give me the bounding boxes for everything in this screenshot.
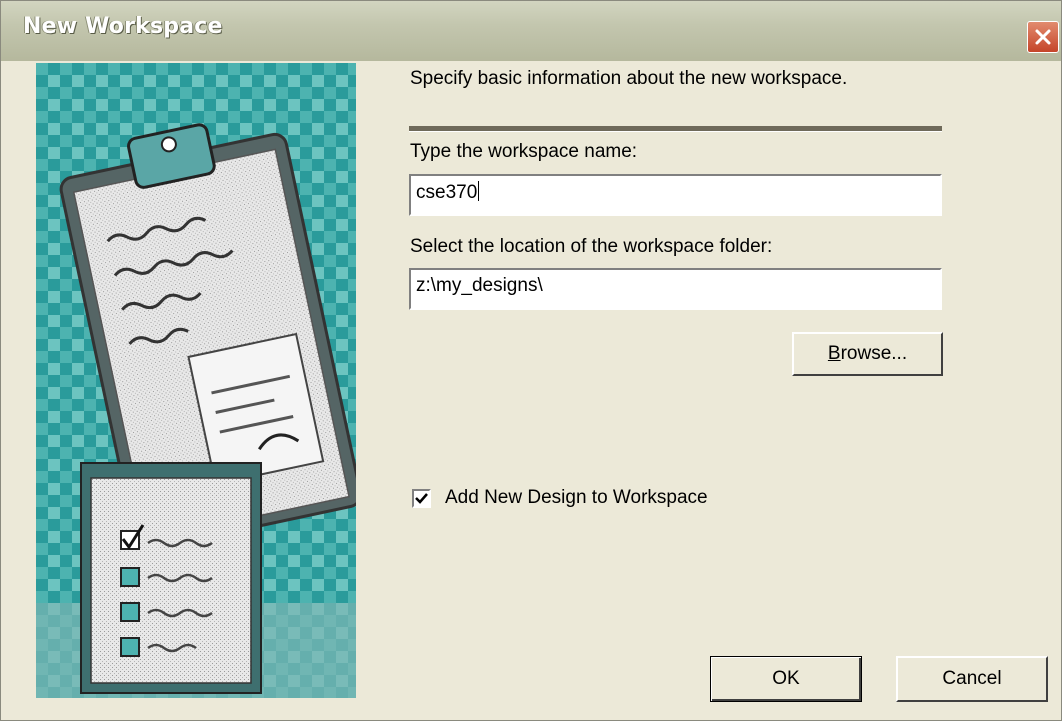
workspace-location-input[interactable]: z:\my_designs\ xyxy=(409,268,942,310)
text-caret xyxy=(478,181,480,201)
title-bar[interactable]: New Workspace xyxy=(1,1,1061,61)
add-new-design-checkbox[interactable] xyxy=(412,489,431,508)
section-divider xyxy=(409,126,942,132)
window-title: New Workspace xyxy=(23,14,223,39)
new-workspace-dialog: New Workspace Specify basic information … xyxy=(0,0,1062,721)
browse-button[interactable]: Browse... xyxy=(792,332,943,376)
workspace-location-value: z:\my_designs\ xyxy=(416,275,543,296)
workspace-location-label: Select the location of the workspace fol… xyxy=(410,236,773,257)
add-new-design-label[interactable]: Add New Design to Workspace xyxy=(445,487,708,509)
workspace-name-label: Type the workspace name: xyxy=(410,141,638,162)
intro-text: Specify basic information about the new … xyxy=(410,68,848,89)
browse-mnemonic: B xyxy=(827,343,841,364)
browse-button-label: rowse... xyxy=(840,343,908,364)
close-icon xyxy=(1035,29,1051,45)
checkmark-icon xyxy=(415,493,428,504)
workspace-name-value: cse370 xyxy=(416,182,478,203)
ok-button[interactable]: OK xyxy=(710,656,862,702)
workspace-name-input[interactable]: cse370 xyxy=(409,174,942,216)
clipboard-checklist-illustration xyxy=(36,63,356,698)
cancel-button[interactable]: Cancel xyxy=(896,656,1048,702)
close-button[interactable] xyxy=(1027,21,1059,53)
